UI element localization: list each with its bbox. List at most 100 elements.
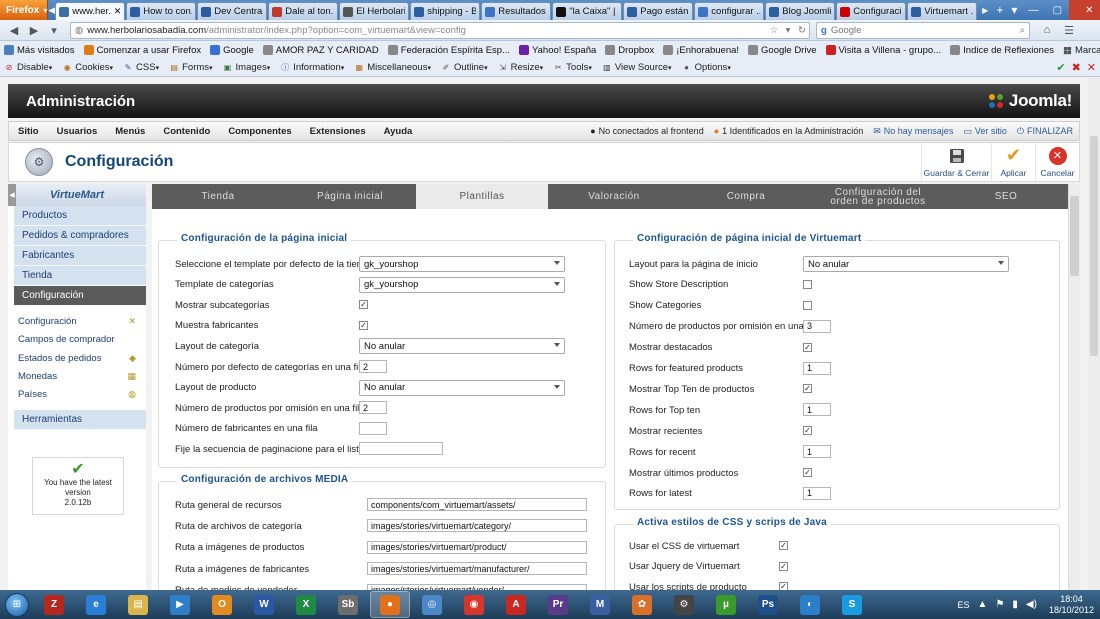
webdev-menu-item[interactable]: ⊘ Disable ▾ (4, 62, 53, 73)
bookmarks-menu[interactable]: ▦Marcadores (1063, 45, 1100, 56)
browser-tab[interactable]: Dale al ton... (268, 2, 339, 20)
tab-config[interactable]: Página inicial (284, 184, 416, 209)
taskbar-app-excel[interactable]: X (286, 591, 326, 618)
admin-menu-item[interactable]: Extensiones (301, 126, 375, 137)
path-input[interactable]: components/com_virtuemart/assets/ (367, 498, 587, 511)
number-input[interactable] (359, 442, 443, 456)
browser-tab[interactable]: Virtuemart ... (907, 2, 978, 20)
path-input[interactable]: images/stories/virtuemart/category/ (367, 519, 587, 533)
option-checkbox[interactable] (803, 300, 812, 310)
new-tab-icon[interactable]: + (992, 0, 1007, 20)
browser-tab[interactable]: configurar ... (694, 2, 765, 20)
admin-menu-item[interactable]: Ayuda (375, 126, 422, 137)
joomla-logo[interactable]: Joomla! (986, 91, 1072, 111)
close-window-icon[interactable]: ✕ (1069, 0, 1100, 20)
browser-tab[interactable]: Configuraci... (836, 2, 907, 20)
taskbar-app-acrobat[interactable]: A (496, 591, 536, 618)
webdev-menu-item[interactable]: ● Options ▾ (682, 62, 731, 73)
virtuemart-logo[interactable]: ◀ VirtueMart (8, 184, 146, 206)
clock[interactable]: 18:04 18/10/2012 (1049, 594, 1094, 616)
taskbar-app-firefox[interactable]: ● (370, 591, 410, 618)
cancel-button[interactable]: ✕ Cancelar (1035, 143, 1079, 181)
bookmark-item[interactable]: Google Drive (748, 45, 817, 56)
sidebar-group-item[interactable]: Fabricantes (14, 246, 146, 266)
number-input[interactable]: 1 (803, 403, 831, 417)
sidebar-group-item[interactable]: Configuración (14, 286, 146, 306)
number-input[interactable]: 2 (359, 360, 387, 373)
taskbar-app-network-tool[interactable]: ◎ (412, 591, 452, 618)
volume-icon[interactable]: ◀) (1026, 599, 1037, 610)
option-checkbox[interactable]: ✓ (803, 426, 812, 436)
number-input[interactable] (359, 421, 387, 435)
option-checkbox[interactable]: ✓ (803, 342, 812, 352)
sidebar-config-item[interactable]: Campos de comprador (18, 330, 136, 348)
page-scrollbar[interactable] (1088, 78, 1100, 590)
option-checkbox[interactable] (803, 279, 812, 289)
sidebar-group-item[interactable]: Productos (14, 206, 146, 226)
browser-tab[interactable]: El Herbolari... (339, 2, 410, 20)
firefox-menu-button[interactable]: Firefox ▾ (0, 0, 49, 20)
bookmark-star-icon[interactable]: ☆ (767, 25, 781, 36)
save-close-button[interactable]: Guardar & Cerrar (921, 143, 991, 181)
tray-flag-icon[interactable]: ⚑ (995, 599, 1004, 610)
webdev-menu-item[interactable]: ◉ Cookies ▾ (62, 62, 113, 73)
bookmark-item[interactable]: Comenzar a usar Firefox (83, 45, 201, 56)
taskbar-app-manual-tool[interactable]: M (580, 591, 620, 618)
menu-icon[interactable]: ☰ (1058, 24, 1080, 37)
number-input[interactable]: 3 (803, 319, 831, 333)
bookmark-item[interactable]: Más visitados (4, 45, 75, 56)
taskbar-app-utorrent[interactable]: µ (706, 591, 746, 618)
search-icon[interactable]: ⌕ (1020, 25, 1025, 36)
webdev-menu-item[interactable]: ▥ View Source ▾ (602, 62, 671, 73)
template-select[interactable]: gk_yourshop (359, 276, 565, 293)
tab-config[interactable]: Configuración del orden de productos (812, 184, 944, 209)
collapse-sidebar-icon[interactable]: ◀ (8, 184, 16, 206)
url-dropdown-icon[interactable]: ▾ (781, 25, 795, 36)
network-icon[interactable]: ▮ (1012, 599, 1018, 610)
minimize-icon[interactable]: — (1021, 0, 1045, 20)
sidebar-config-item[interactable]: Países ◍ (18, 385, 136, 403)
sidebar-group-item[interactable]: Pedidos & compradores (14, 226, 146, 246)
tab-list-icon[interactable]: ▾ (1007, 0, 1021, 20)
number-input[interactable]: 1 (803, 445, 831, 459)
tab-config[interactable]: Tienda (152, 184, 284, 209)
apply-button[interactable]: ✔ Aplicar (991, 143, 1035, 181)
taskbar-app-chrome[interactable]: ◉ (454, 591, 494, 618)
search-input[interactable]: g Google ⌕ (816, 21, 1030, 39)
option-checkbox[interactable]: ✓ (779, 561, 788, 571)
browser-tab[interactable]: Pago están... (623, 2, 694, 20)
browser-tab[interactable]: Dev Central ... (197, 2, 268, 20)
template-select[interactable]: No anular (359, 379, 565, 396)
google-search-icon[interactable]: g (821, 25, 827, 36)
tab-config[interactable]: Valoración (548, 184, 680, 209)
bookmark-item[interactable]: Federación Espírita Esp... (387, 45, 510, 56)
taskbar-app-premiere[interactable]: Pr (538, 591, 578, 618)
tab-scroll-left-icon[interactable]: ◀ (48, 0, 55, 20)
sidebar-group-herramientas[interactable]: Herramientas (14, 410, 146, 430)
status-ok-icon[interactable]: ✔ (1056, 61, 1065, 74)
taskbar-app-filezilla[interactable]: Z (34, 591, 74, 618)
sidebar-config-item[interactable]: Monedas ▦ (18, 367, 136, 385)
tray-expand-icon[interactable]: ▲ (978, 599, 988, 610)
admin-menu-item[interactable]: Menús (106, 126, 154, 137)
forward-icon[interactable]: ▶ (24, 22, 44, 38)
bookmark-item[interactable]: Indice de Reflexiones (950, 45, 1054, 56)
webdev-menu-item[interactable]: ⇲ Resize ▾ (498, 62, 543, 73)
admin-menu-item[interactable]: Contenido (154, 126, 219, 137)
layout-select[interactable]: No anular (803, 256, 1009, 272)
taskbar-app-word[interactable]: W (244, 591, 284, 618)
admin-menu-item[interactable]: Componentes (219, 126, 300, 137)
taskbar-app-process-tool[interactable]: ⚙ (664, 591, 704, 618)
taskbar-app-internet-explorer[interactable]: e (76, 591, 116, 618)
back-icon[interactable]: ◀ (4, 22, 24, 38)
taskbar-app-photoshop[interactable]: Ps (748, 591, 788, 618)
taskbar-app-paint-tool[interactable]: ✿ (622, 591, 662, 618)
path-input[interactable]: images/stories/virtuemart/product/ (367, 540, 587, 554)
logout-link[interactable]: ⏻ FINALIZAR (1017, 126, 1073, 137)
tab-config[interactable]: Plantillas (416, 184, 548, 209)
reload-icon[interactable]: ↻ (795, 25, 809, 36)
admin-menu-item[interactable]: Sitio (9, 126, 48, 137)
start-button[interactable]: ⊞ (0, 590, 34, 619)
number-input[interactable]: 1 (803, 361, 831, 375)
bookmark-item[interactable]: AMOR PAZ Y CARIDAD (262, 45, 379, 56)
